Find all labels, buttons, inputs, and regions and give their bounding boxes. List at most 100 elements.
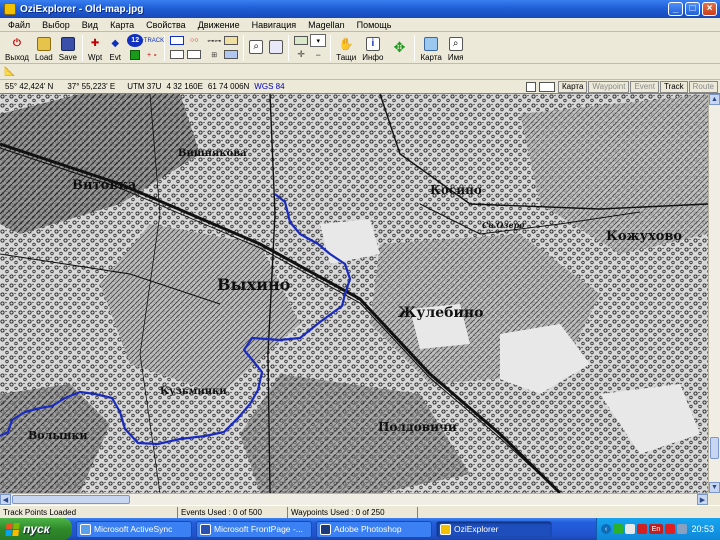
task-photoshop[interactable]: Adobe Photoshop (316, 520, 432, 538)
print-button[interactable] (266, 33, 286, 63)
status-bar: Track Points Loaded Events Used : 0 of 5… (0, 505, 720, 518)
menu-navigation[interactable]: Навигация (244, 20, 300, 30)
chain-icon[interactable]: ⊶⊶ (206, 34, 222, 47)
name-search-icon: ⌕ (448, 36, 463, 51)
taskbar: пуск Microsoft ActiveSync Microsoft Fron… (0, 518, 720, 540)
window-title: OziExplorer - Old-map.jpg (20, 3, 144, 15)
info-label: Инфо (362, 52, 384, 62)
tab-route[interactable]: Route (688, 80, 718, 93)
zoom-dropdown[interactable]: ▾ (310, 34, 327, 47)
task-frontpage[interactable]: Microsoft FrontPage -... (196, 520, 312, 538)
magnifier-icon: ⌕ (249, 39, 264, 54)
floppy-icon (60, 36, 75, 51)
task-activesync[interactable]: Microsoft ActiveSync (76, 520, 192, 538)
horizontal-scroll-thumb[interactable] (12, 495, 130, 504)
task-oziexplorer-label: OziExplorer (454, 524, 499, 534)
frontpage-icon (200, 523, 211, 535)
move-map-button[interactable]: ✥ (386, 33, 412, 63)
scroll-down-arrow-icon[interactable]: ▼ (709, 482, 720, 493)
map-label-volynki: Волынки (28, 429, 88, 442)
save-position-icon[interactable] (539, 81, 555, 92)
event-button[interactable]: ◆ Evt (105, 33, 125, 63)
maximize-button[interactable]: □ (685, 2, 700, 16)
map-view[interactable]: Вишнякова Витовка Выхино Жулебино Косино… (0, 94, 708, 493)
show-track-icon[interactable] (169, 48, 185, 61)
toolbar: ⏻ Выход Load Save ✚ Wpt ◆ Evt 12 +TRACK … (0, 32, 720, 64)
tray-language-indicator[interactable]: En (649, 524, 663, 534)
info-button[interactable]: i Инфо (359, 33, 386, 63)
load-button[interactable]: Load (32, 33, 56, 63)
show-waypoints-icon[interactable] (186, 48, 202, 61)
menu-map[interactable]: Карта (102, 20, 138, 30)
menu-properties[interactable]: Свойства (138, 20, 190, 30)
title-bar: OziExplorer - Old-map.jpg _ □ × (0, 0, 720, 18)
vertical-scroll-thumb[interactable] (710, 437, 719, 459)
map-label-vykhino: Выхино (217, 275, 291, 294)
menu-moving[interactable]: Движение (190, 20, 244, 30)
track-point-icon[interactable]: + ∘ (144, 48, 160, 61)
zoom-select-icon[interactable] (293, 34, 309, 47)
tray-sync-icon[interactable] (613, 524, 623, 534)
search-button[interactable]: ⌕ (246, 33, 266, 63)
tab-waypoint[interactable]: Waypoint (588, 80, 630, 93)
minimize-button[interactable]: _ (668, 2, 683, 16)
map-window-icon[interactable] (526, 81, 536, 92)
vertical-scrollbar[interactable]: ▲ ▼ (708, 94, 720, 493)
start-button[interactable]: пуск (0, 518, 72, 540)
layers-icon[interactable] (223, 48, 239, 61)
menu-magellan[interactable]: Magellan (300, 20, 349, 30)
event-diamond-icon: ◆ (111, 37, 120, 49)
green-square-icon[interactable] (127, 48, 143, 61)
exit-button[interactable]: ⏻ Выход (2, 33, 32, 63)
close-button[interactable]: × (702, 2, 717, 16)
app-icon (4, 3, 16, 15)
scroll-right-arrow-icon[interactable]: ▶ (697, 494, 708, 505)
scroll-corner (708, 493, 720, 505)
menu-view[interactable]: Вид (74, 20, 102, 30)
map-label-kosino: Косино (430, 183, 482, 197)
hand-label: Тащи (336, 52, 357, 62)
tab-track[interactable]: Track (659, 80, 688, 93)
grid-icon[interactable]: ⊞ (206, 48, 222, 61)
ruler-icon[interactable]: 📐 (4, 66, 16, 77)
scroll-up-arrow-icon[interactable]: ▲ (709, 94, 720, 105)
tray-arrow-icon[interactable]: ‹ (601, 524, 611, 534)
zoom-out-icon[interactable]: − (310, 48, 326, 61)
track-tools: 12 +TRACK + ∘ (125, 34, 164, 61)
tray-speaker-icon[interactable] (677, 524, 687, 534)
tab-event[interactable]: Event (630, 80, 659, 93)
name-label: Имя (447, 52, 464, 62)
scroll-left-arrow-icon[interactable]: ◀ (0, 494, 11, 505)
track-add-button[interactable]: +TRACK (140, 34, 164, 47)
map-button[interactable]: Карта (417, 33, 444, 63)
tray-shield-icon[interactable] (637, 524, 647, 534)
hand-button[interactable]: ✋ Тащи (333, 33, 359, 63)
tab-map[interactable]: Карта (558, 80, 588, 93)
map-icon (424, 36, 439, 51)
tray-network-icon[interactable] (625, 524, 635, 534)
task-activesync-label: Microsoft ActiveSync (94, 524, 173, 534)
zoom-in-icon[interactable]: ✛ (293, 48, 309, 61)
task-oziexplorer[interactable]: OziExplorer (436, 520, 552, 538)
names-icon[interactable] (223, 34, 239, 47)
easting-readout: 4 32 160E (166, 82, 203, 91)
route-line-icon[interactable] (169, 34, 185, 47)
waypoint-button[interactable]: ✚ Wpt (85, 33, 105, 63)
save-button[interactable]: Save (56, 33, 80, 63)
northing-readout: 61 74 006N (207, 82, 250, 91)
windows-flag-icon (5, 522, 20, 536)
name-button[interactable]: ⌕ Имя (445, 33, 467, 63)
longitude-readout: 37° 55,223' E (67, 82, 116, 91)
hand-icon: ✋ (338, 36, 354, 51)
waypoint-circle-icon[interactable]: ○○ (186, 34, 202, 47)
tray-antivirus-icon[interactable] (665, 524, 675, 534)
toolbar-separator (164, 34, 166, 61)
toolbar-separator (330, 34, 332, 61)
menu-help[interactable]: Помощь (349, 20, 396, 30)
map-label-sv-ozero: Св.Озеро (482, 220, 525, 230)
utm-zone-readout: UTM 37U (127, 82, 162, 91)
horizontal-scrollbar[interactable]: ◀ ▶ (0, 493, 708, 505)
waypoint-icon: ✚ (90, 37, 100, 49)
menu-file[interactable]: Файл (0, 20, 34, 30)
menu-select[interactable]: Выбор (34, 20, 74, 30)
